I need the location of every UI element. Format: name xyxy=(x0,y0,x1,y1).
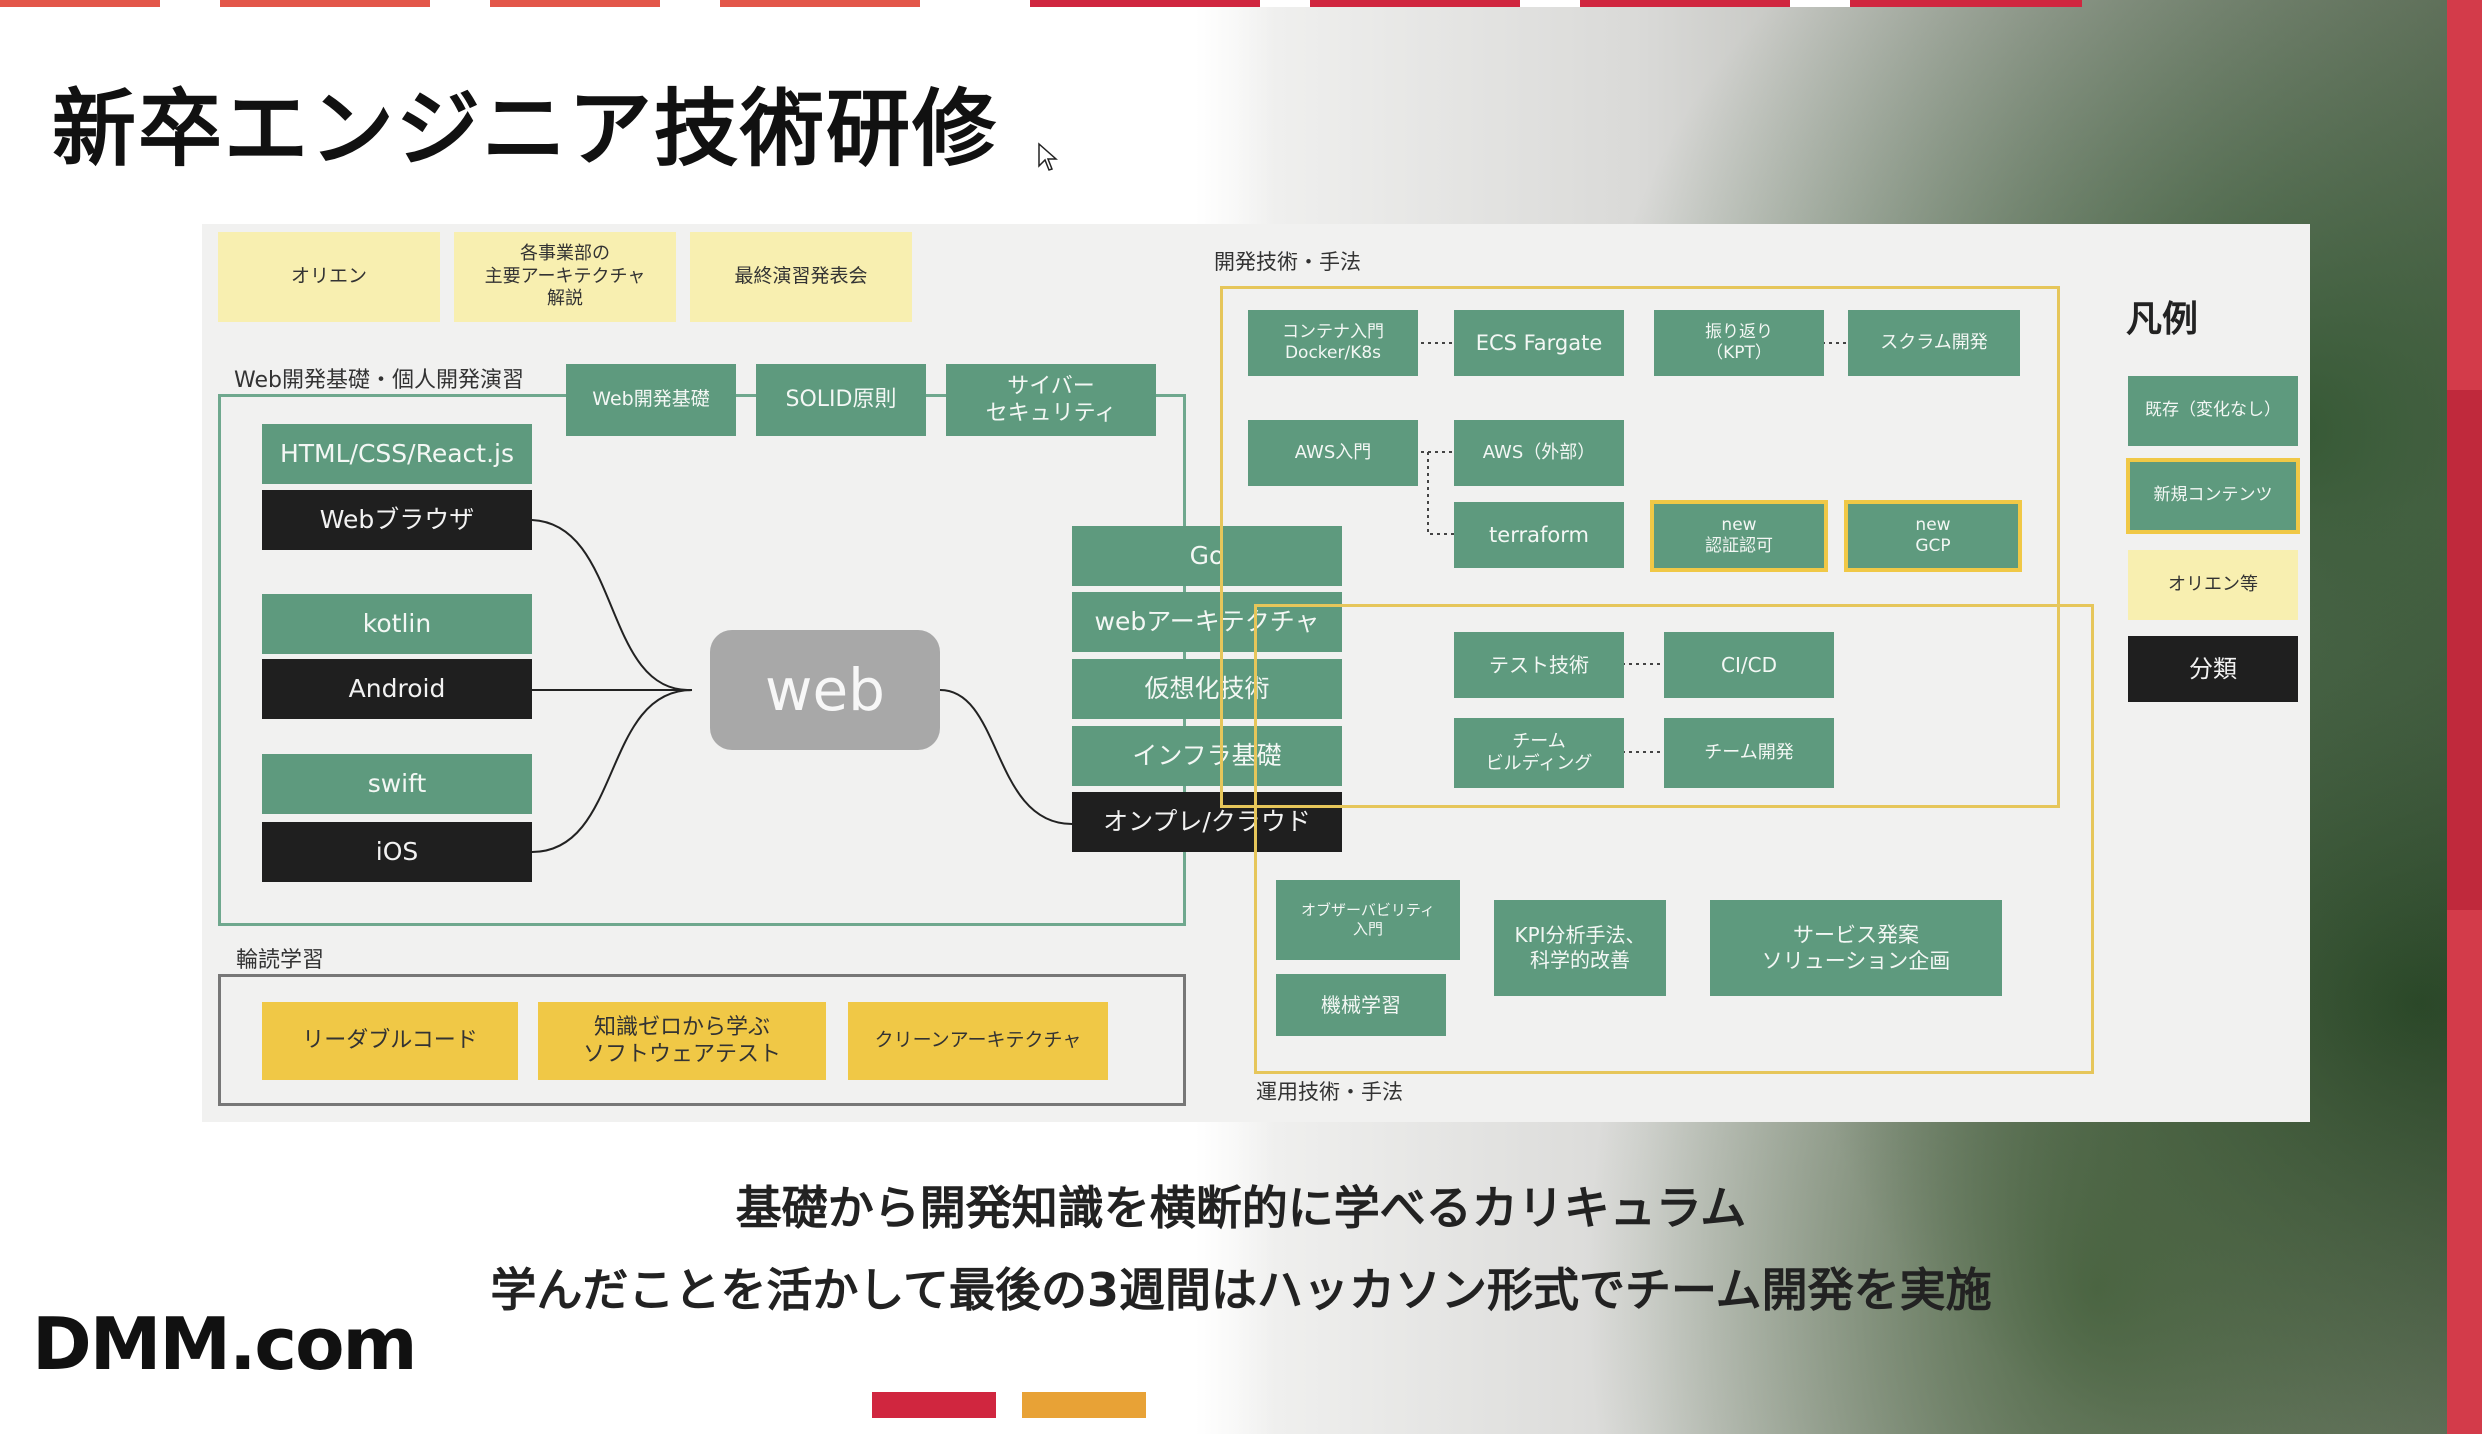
red-side-panel-dark xyxy=(2447,390,2482,910)
team-development-box: チーム開発 xyxy=(1664,718,1834,788)
progress-bar-red xyxy=(872,1392,996,1418)
legend-orientation: オリエン等 xyxy=(2128,550,2298,620)
machine-learning-box: 機械学習 xyxy=(1276,974,1446,1036)
service-planning-box: サービス発案 ソリューション企画 xyxy=(1710,900,2002,996)
terraform-box: terraform xyxy=(1454,502,1624,568)
curriculum-diagram: オリエン 各事業部の 主要アーキテクチャ 解説 最終演習発表会 Web開発基礎・… xyxy=(202,224,2310,1122)
ops-section-label: 運用技術・手法 xyxy=(1256,1080,1403,1104)
mouse-cursor-icon xyxy=(1038,142,1058,171)
top-color-strip xyxy=(0,0,2482,7)
ci-cd-box: CI/CD xyxy=(1664,632,1834,698)
software-test-book: 知識ゼロから学ぶ ソフトウェアテスト xyxy=(538,1002,826,1080)
aws-external-box: AWS（外部） xyxy=(1454,420,1624,486)
clean-architecture-book: クリーンアーキテクチャ xyxy=(848,1002,1108,1080)
web-hub-bubble: web xyxy=(710,630,940,750)
legend-category: 分類 xyxy=(2128,636,2298,702)
kpi-analysis-box: KPI分析手法、 科学的改善 xyxy=(1494,900,1666,996)
retrospective-box: 振り返り （KPT） xyxy=(1654,310,1824,376)
observability-box: オブザーバビリティ 入門 xyxy=(1276,880,1460,960)
container-intro-box: コンテナ入門 Docker/K8s xyxy=(1248,310,1418,376)
legend-title: 凡例 xyxy=(2126,299,2199,340)
reading-section-label: 輪読学習 xyxy=(236,948,325,973)
caption-line-1: 基礎から開発知識を横断的に学べるカリキュラム xyxy=(735,1181,1747,1235)
slide-title: 新卒エンジニア技術研修 xyxy=(52,80,999,178)
new-gcp-box: new GCP xyxy=(1844,500,2022,572)
test-technique-box: テスト技術 xyxy=(1454,632,1624,698)
scrum-box: スクラム開発 xyxy=(1848,310,2020,376)
aws-intro-box: AWS入門 xyxy=(1248,420,1418,486)
readable-code-book: リーダブルコード xyxy=(262,1002,518,1080)
team-building-box: チーム ビルディング xyxy=(1454,718,1624,788)
legend-existing: 既存（変化なし） xyxy=(2128,376,2298,446)
progress-bar-orange xyxy=(1022,1392,1146,1418)
ecs-fargate-box: ECS Fargate xyxy=(1454,310,1624,376)
dmm-logo: DMM.com xyxy=(32,1302,418,1386)
legend-new-content: 新規コンテンツ xyxy=(2126,458,2300,534)
new-auth-box: new 認証認可 xyxy=(1650,500,1828,572)
